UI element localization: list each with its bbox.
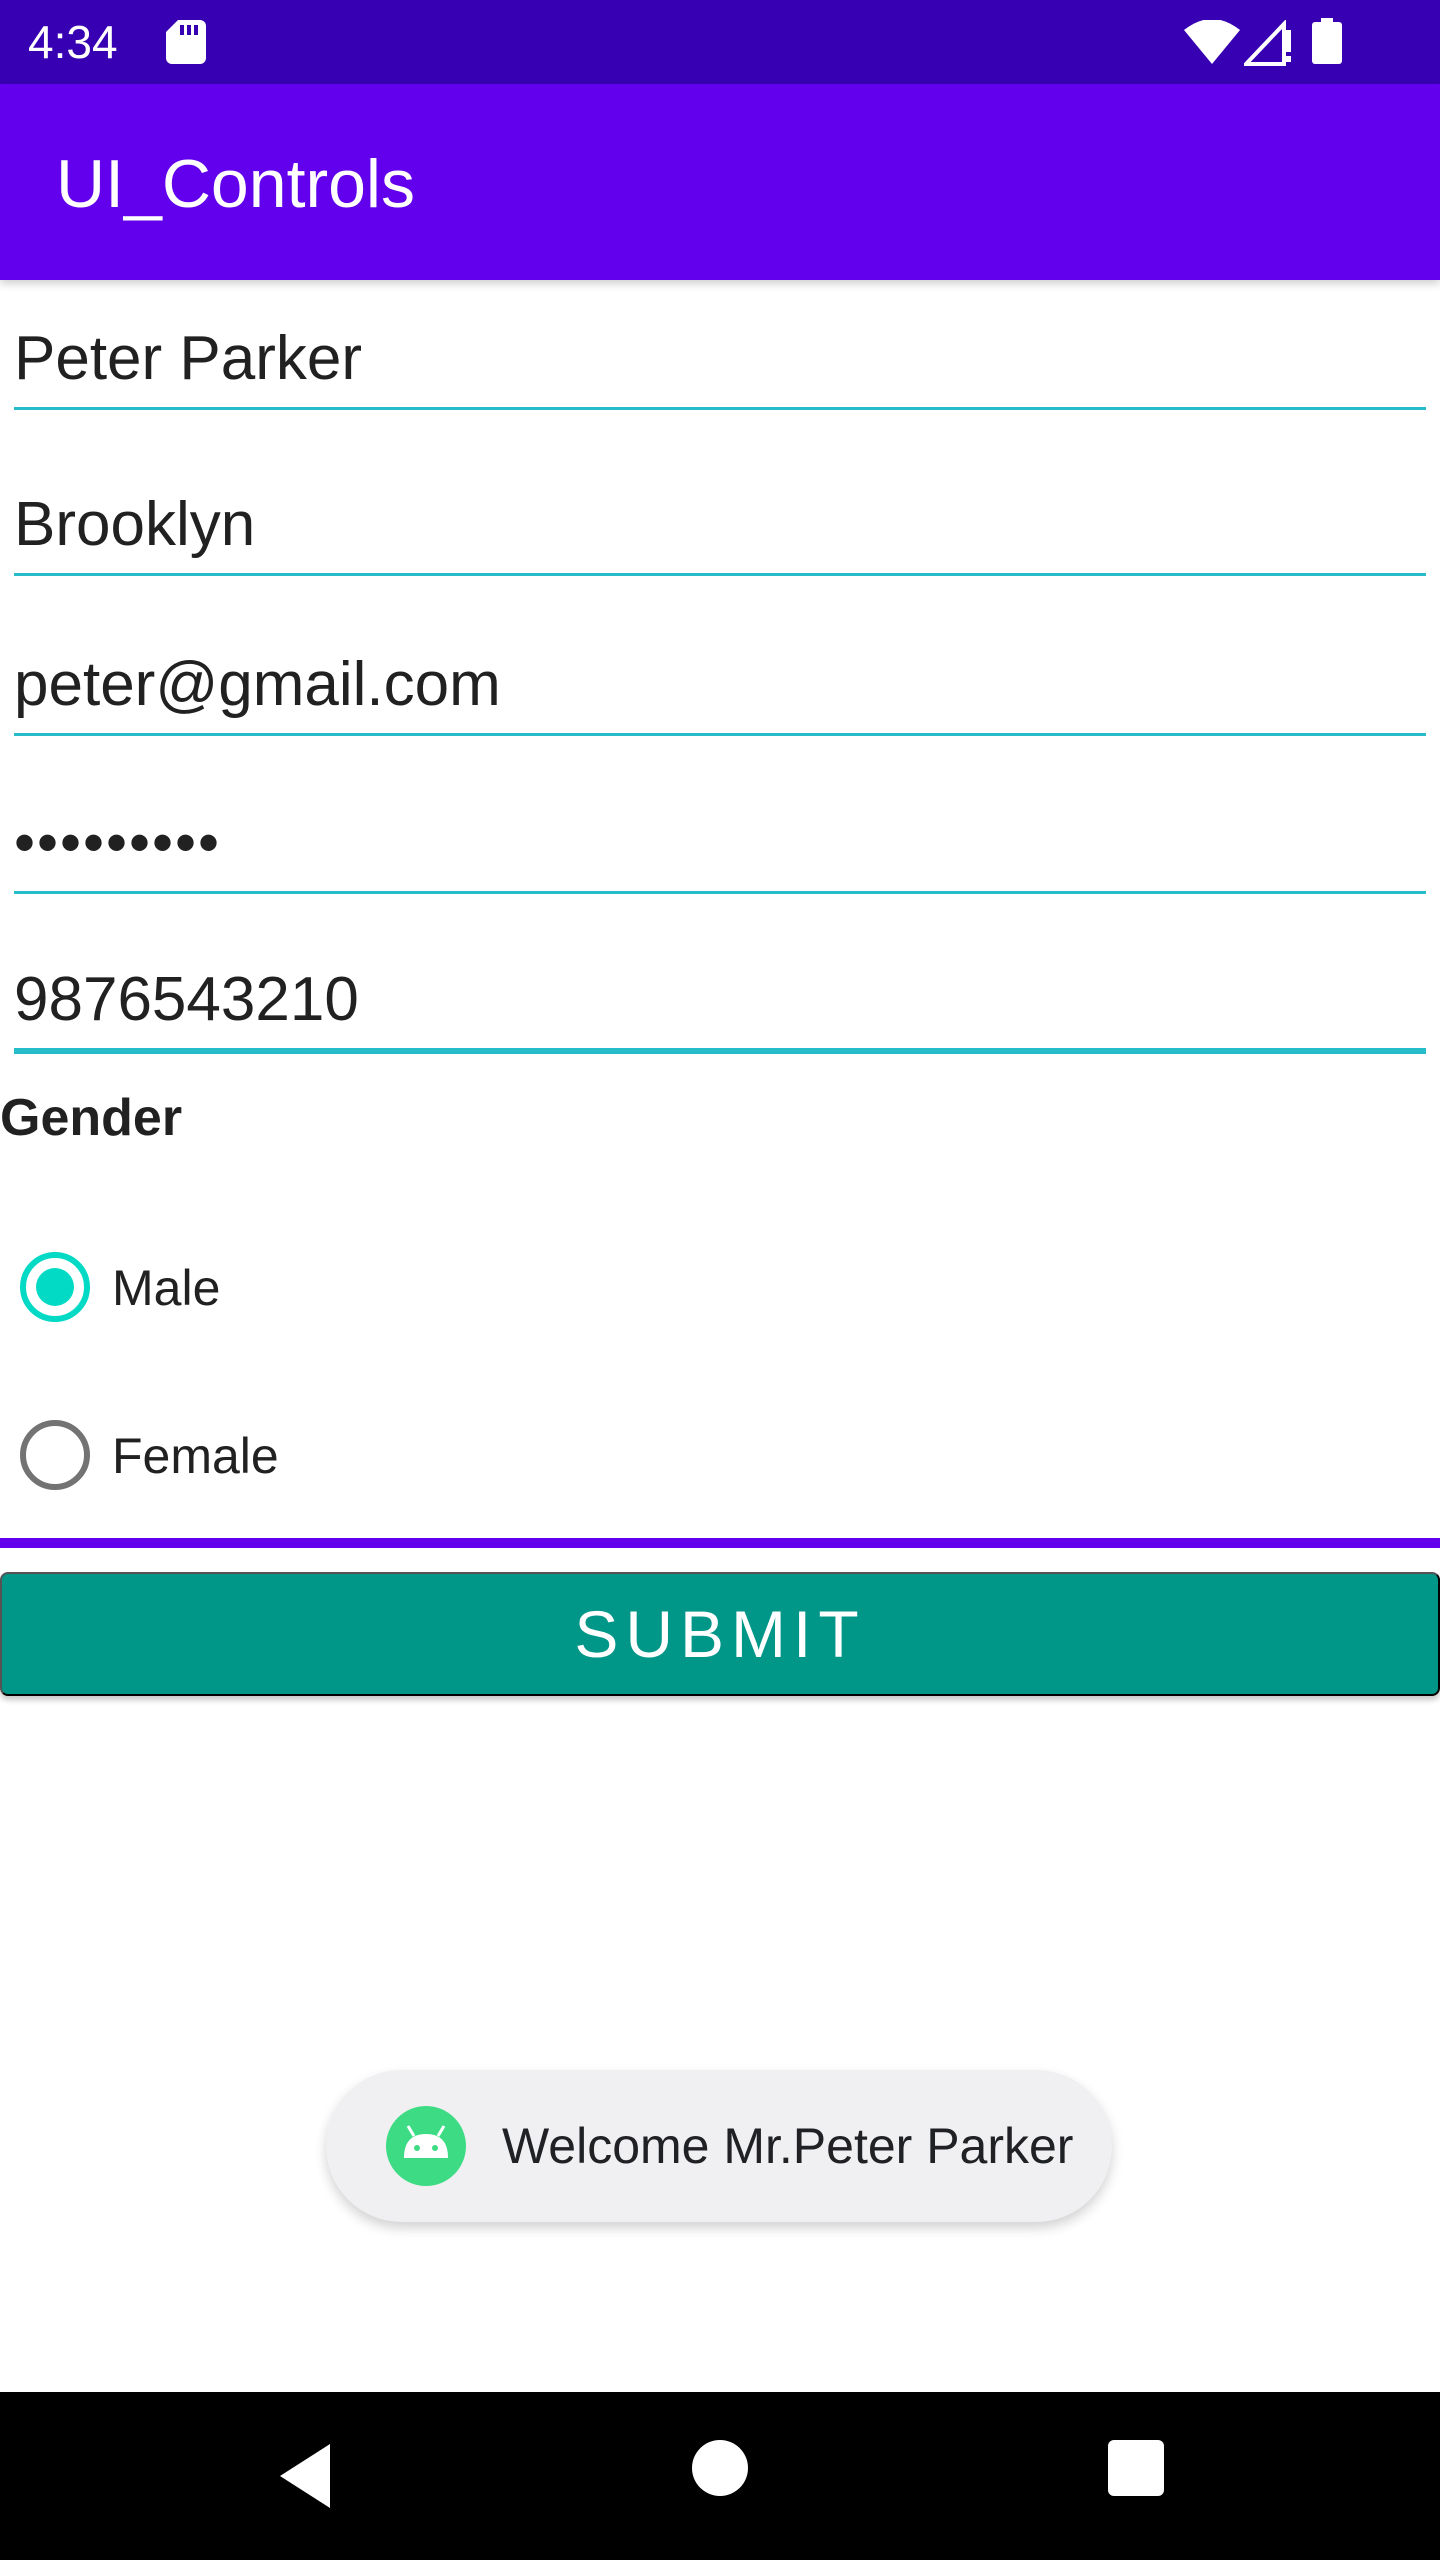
- password-value: •••••••••: [14, 809, 222, 876]
- wifi-icon: [1184, 20, 1240, 64]
- app-bar: UI_Controls: [0, 84, 1440, 280]
- toast: Welcome Mr.Peter Parker: [326, 2070, 1112, 2222]
- password-field[interactable]: •••••••••: [14, 774, 1426, 894]
- toast-message: Welcome Mr.Peter Parker: [502, 2118, 1074, 2174]
- signal-icon: [1244, 20, 1291, 66]
- name-value: Peter Parker: [14, 324, 363, 393]
- email-field[interactable]: peter@gmail.com: [14, 616, 1426, 736]
- recents-icon[interactable]: [1108, 2440, 1164, 2496]
- radio-female[interactable]: Female: [0, 1400, 700, 1510]
- divider: [0, 1538, 1440, 1548]
- radio-female-label: Female: [112, 1428, 279, 1484]
- screen: 4:34 UI_Controls Peter Parker Brooklyn p…: [0, 0, 1440, 2560]
- status-time: 4:34: [28, 16, 118, 68]
- back-icon[interactable]: [270, 2436, 340, 2516]
- phone-field[interactable]: 9876543210: [14, 934, 1426, 1054]
- gender-label: Gender: [0, 1089, 183, 1147]
- name-field[interactable]: Peter Parker: [14, 290, 1426, 410]
- city-value: Brooklyn: [14, 490, 256, 559]
- email-value: peter@gmail.com: [14, 650, 501, 719]
- radio-female-indicator[interactable]: [20, 1420, 90, 1490]
- radio-male-indicator[interactable]: [20, 1252, 90, 1322]
- sd-card-icon: [166, 20, 206, 64]
- battery-icon: [1312, 18, 1342, 64]
- status-bar: 4:34: [0, 0, 1440, 84]
- nav-bar: [0, 2392, 1440, 2560]
- home-icon[interactable]: [692, 2440, 748, 2496]
- phone-value: 9876543210: [14, 965, 359, 1034]
- city-field[interactable]: Brooklyn: [14, 456, 1426, 576]
- radio-male[interactable]: Male: [0, 1232, 700, 1342]
- radio-male-label: Male: [112, 1260, 221, 1316]
- submit-button[interactable]: SUBMIT: [0, 1572, 1440, 1696]
- android-icon: [386, 2106, 466, 2186]
- app-title: UI_Controls: [56, 146, 416, 222]
